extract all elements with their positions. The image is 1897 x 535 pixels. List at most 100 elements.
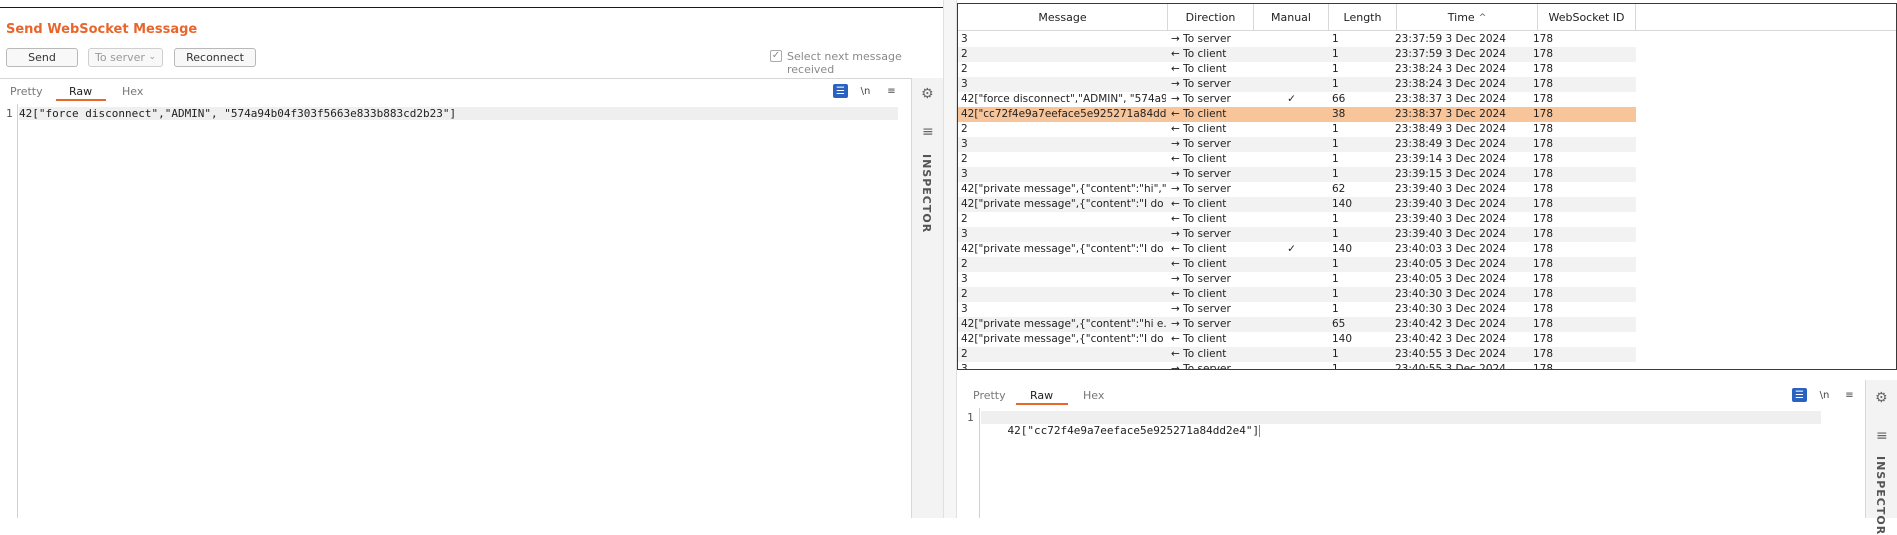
cell-message: 2 — [961, 123, 968, 135]
table-row[interactable]: 3 → To server 1 23:38:49 3 Dec 2024 178 — [958, 137, 1636, 152]
viewer-line-number: 1 — [967, 411, 974, 424]
direction-select[interactable]: To server ⌄ — [88, 48, 163, 67]
select-next-checkbox[interactable]: ✓ — [770, 50, 782, 62]
wrap-lines-icon[interactable]: ☰ — [833, 84, 848, 98]
table-row[interactable]: 3 → To server 1 23:38:24 3 Dec 2024 178 — [958, 77, 1636, 92]
table-row[interactable]: 3 → To server 1 23:40:55 3 Dec 2024 178 — [958, 362, 1636, 370]
column-header-length[interactable]: Length — [1329, 4, 1397, 31]
cell-length: 140 — [1332, 243, 1353, 255]
table-row[interactable]: 42["cc72f4e9a7eeface5e925271a84dd... ← To… — [958, 107, 1636, 122]
table-row[interactable]: 3 → To server 1 23:40:30 3 Dec 2024 178 — [958, 302, 1636, 317]
cell-websocket-id: 178 — [1533, 63, 1554, 75]
table-row[interactable]: 42["private message",{"content":"hi e...… — [958, 317, 1636, 332]
table-row[interactable]: 2 ← To client 1 23:39:14 3 Dec 2024 178 — [958, 152, 1636, 167]
cell-message: 42["private message",{"content":"hi e... — [961, 318, 1166, 330]
cell-manual — [1254, 122, 1329, 137]
tab-raw[interactable]: Raw — [69, 85, 92, 98]
cell-message: 2 — [961, 258, 968, 270]
cell-time: 23:37:59 3 Dec 2024 — [1395, 33, 1506, 45]
viewer-menu-icon[interactable]: ≡ — [1842, 388, 1857, 402]
sort-ascending-icon: ^ — [1478, 12, 1487, 23]
tab-pretty[interactable]: Pretty — [10, 85, 43, 98]
table-row[interactable]: 42["private message",{"content":"I do n.… — [958, 197, 1636, 212]
cell-manual — [1254, 332, 1329, 347]
viewer-tab-pretty[interactable]: Pretty — [973, 389, 1006, 402]
show-newlines-toggle[interactable]: \n — [858, 84, 873, 98]
table-row[interactable]: 3 → To server 1 23:40:05 3 Dec 2024 178 — [958, 272, 1636, 287]
table-row[interactable]: 3 → To server 1 23:37:59 3 Dec 2024 178 — [958, 32, 1636, 47]
table-header: Message Direction Manual Length Time ^ W… — [958, 4, 1896, 31]
cell-message: 42["private message",{"content":"I do n.… — [961, 243, 1166, 255]
cell-direction: → To server — [1171, 138, 1231, 150]
cell-length: 66 — [1332, 93, 1346, 105]
cell-direction: → To server — [1171, 93, 1231, 105]
message-editor-line[interactable]: 42["force disconnect","ADMIN", "574a94b0… — [19, 107, 898, 120]
send-button[interactable]: Send — [6, 48, 78, 67]
column-header-manual[interactable]: Manual — [1254, 4, 1329, 31]
cell-direction: ← To client — [1171, 213, 1227, 225]
cell-manual: ✓ — [1287, 93, 1296, 105]
cell-time: 23:40:42 3 Dec 2024 — [1395, 318, 1506, 330]
cell-manual — [1254, 257, 1329, 272]
cell-length: 1 — [1332, 48, 1339, 60]
table-row[interactable]: 2 ← To client 1 23:38:49 3 Dec 2024 178 — [958, 122, 1636, 137]
cell-time: 23:38:49 3 Dec 2024 — [1395, 123, 1506, 135]
column-header-websocket-id[interactable]: WebSocket ID — [1538, 4, 1636, 31]
cell-time: 23:38:37 3 Dec 2024 — [1395, 93, 1506, 105]
cell-direction: → To server — [1171, 363, 1231, 370]
viewer-message-line[interactable]: 42["cc72f4e9a7eeface5e925271a84dd2e4"] — [981, 411, 1821, 437]
cell-time: 23:39:40 3 Dec 2024 — [1395, 183, 1506, 195]
column-header-message[interactable]: Message — [958, 4, 1168, 31]
column-header-direction[interactable]: Direction — [1168, 4, 1254, 31]
table-row[interactable]: 42["private message",{"content":"hi","t.… — [958, 182, 1636, 197]
column-header-time[interactable]: Time ^ — [1397, 4, 1538, 31]
cell-manual — [1254, 347, 1329, 362]
editor-top-border — [0, 78, 912, 79]
cell-websocket-id: 178 — [1533, 303, 1554, 315]
cell-time: 23:40:05 3 Dec 2024 — [1395, 273, 1506, 285]
table-row[interactable]: 2 ← To client 1 23:40:05 3 Dec 2024 178 — [958, 257, 1636, 272]
viewer-wrap-lines-icon[interactable]: ☰ — [1792, 388, 1807, 402]
reconnect-button[interactable]: Reconnect — [174, 48, 256, 67]
gear-icon[interactable]: ⚙ — [921, 86, 934, 102]
menu-icon[interactable]: ≡ — [884, 84, 899, 98]
table-row[interactable]: 2 ← To client 1 23:40:55 3 Dec 2024 178 — [958, 347, 1636, 362]
cell-length: 1 — [1332, 63, 1339, 75]
inspector-label[interactable]: INSPECTOR — [920, 154, 933, 233]
cell-direction: → To server — [1171, 33, 1231, 45]
cell-direction: ← To client — [1171, 63, 1227, 75]
cell-manual — [1254, 227, 1329, 242]
table-row[interactable]: 2 ← To client 1 23:37:59 3 Dec 2024 178 — [958, 47, 1636, 62]
cell-length: 140 — [1332, 198, 1353, 210]
history-pane: Message Direction Manual Length Time ^ W… — [957, 0, 1897, 535]
table-row[interactable]: 42["private message",{"content":"I do n.… — [958, 332, 1636, 347]
viewer-tab-hex[interactable]: Hex — [1083, 389, 1104, 402]
cell-time: 23:39:14 3 Dec 2024 — [1395, 153, 1506, 165]
viewer-inspector-toggle-icon[interactable]: ≡ — [1876, 428, 1888, 444]
table-row[interactable]: 2 ← To client 1 23:40:30 3 Dec 2024 178 — [958, 287, 1636, 302]
cell-time: 23:39:40 3 Dec 2024 — [1395, 213, 1506, 225]
cell-message: 42["private message",{"content":"I do n.… — [961, 198, 1166, 210]
tab-hex[interactable]: Hex — [122, 85, 143, 98]
active-tab-indicator — [56, 99, 106, 101]
inspector-toggle-icon[interactable]: ≡ — [922, 124, 934, 140]
pane-splitter[interactable] — [943, 0, 957, 518]
viewer-gear-icon[interactable]: ⚙ — [1875, 390, 1888, 406]
table-row[interactable]: 3 → To server 1 23:39:40 3 Dec 2024 178 — [958, 227, 1636, 242]
viewer-inspector-label[interactable]: INSPECTOR — [1874, 456, 1887, 535]
cell-websocket-id: 178 — [1533, 228, 1554, 240]
table-row[interactable]: 2 ← To client 1 23:39:40 3 Dec 2024 178 — [958, 212, 1636, 227]
viewer-show-newlines-toggle[interactable]: \n — [1817, 388, 1832, 402]
table-row[interactable]: 42["force disconnect","ADMIN", "574a9...… — [958, 92, 1636, 107]
cell-direction: ← To client — [1171, 198, 1227, 210]
table-row[interactable]: 42["private message",{"content":"I do n.… — [958, 242, 1636, 257]
cell-direction: ← To client — [1171, 258, 1227, 270]
table-row[interactable]: 3 → To server 1 23:39:15 3 Dec 2024 178 — [958, 167, 1636, 182]
viewer-tab-raw[interactable]: Raw — [1030, 389, 1053, 402]
cell-websocket-id: 178 — [1533, 258, 1554, 270]
cell-length: 62 — [1332, 183, 1346, 195]
cell-direction: → To server — [1171, 168, 1231, 180]
cell-length: 1 — [1332, 33, 1339, 45]
table-row[interactable]: 2 ← To client 1 23:38:24 3 Dec 2024 178 — [958, 62, 1636, 77]
cell-length: 1 — [1332, 213, 1339, 225]
